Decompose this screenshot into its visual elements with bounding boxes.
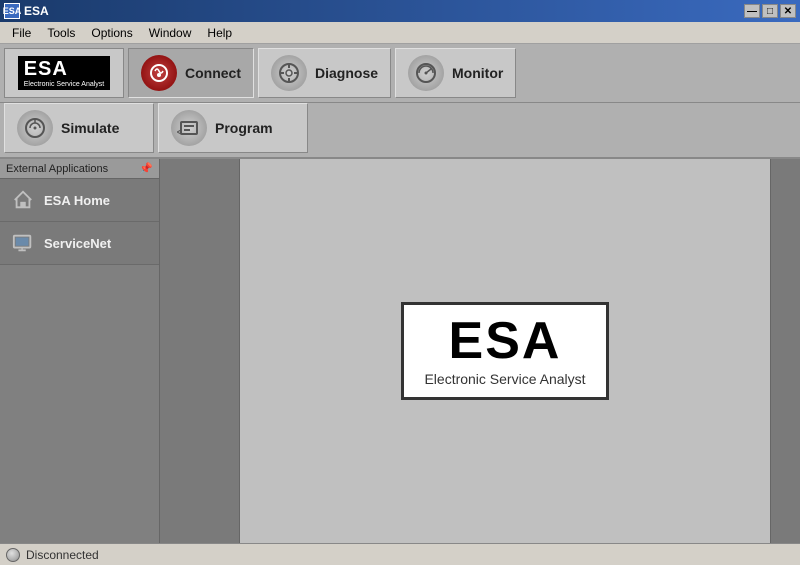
- toolbar-row2: Simulate Program: [0, 103, 800, 159]
- esa-home-label: ESA Home: [44, 193, 110, 208]
- monitor-button[interactable]: Monitor: [395, 48, 516, 98]
- menu-bar: File Tools Options Window Help: [0, 22, 800, 44]
- connect-icon: [141, 55, 177, 91]
- diagnose-icon-svg: [277, 61, 301, 85]
- toolbar-row1: ESAElectronic Service Analyst Connect: [0, 44, 800, 103]
- title-bar-icon: ESA: [4, 3, 20, 19]
- content-center: ESA Electronic Service Analyst: [240, 159, 770, 543]
- simulate-label: Simulate: [61, 120, 119, 136]
- simulate-icon: [17, 110, 53, 146]
- program-icon: [171, 110, 207, 146]
- monitor-label: Monitor: [452, 65, 503, 81]
- content-left-panel: [160, 159, 240, 543]
- monitor-icon-svg: [414, 61, 438, 85]
- sidebar: External Applications 📌 ESA Home: [0, 159, 160, 543]
- status-bar: Disconnected: [0, 543, 800, 565]
- menu-file[interactable]: File: [4, 24, 39, 42]
- sidebar-pin-icon[interactable]: 📌: [139, 162, 153, 175]
- program-label: Program: [215, 120, 273, 136]
- center-logo: ESA Electronic Service Analyst: [401, 302, 608, 400]
- diagnose-label: Diagnose: [315, 65, 378, 81]
- close-button[interactable]: ✕: [780, 4, 796, 18]
- screen-icon-svg: [12, 232, 34, 254]
- program-icon-svg: [177, 116, 201, 140]
- sidebar-header: External Applications 📌: [0, 159, 159, 179]
- monitor-icon: [408, 55, 444, 91]
- maximize-button[interactable]: □: [762, 4, 778, 18]
- title-bar-left: ESA ESA: [4, 3, 49, 19]
- diagnose-button[interactable]: Diagnose: [258, 48, 391, 98]
- minimize-button[interactable]: —: [744, 4, 760, 18]
- connect-label: Connect: [185, 65, 241, 81]
- home-icon-svg: [12, 189, 34, 211]
- sidebar-item-esa-home[interactable]: ESA Home: [0, 179, 159, 222]
- diagnose-icon: [271, 55, 307, 91]
- status-text: Disconnected: [26, 548, 99, 562]
- menu-tools[interactable]: Tools: [39, 24, 83, 42]
- title-bar-title: ESA: [24, 4, 49, 18]
- home-icon: [10, 187, 36, 213]
- sidebar-item-servicenet[interactable]: ServiceNet: [0, 222, 159, 265]
- program-button[interactable]: Program: [158, 103, 308, 153]
- center-logo-subtitle: Electronic Service Analyst: [424, 371, 585, 387]
- servicenet-label: ServiceNet: [44, 236, 111, 251]
- esa-logo-box: ESAElectronic Service Analyst: [18, 56, 111, 90]
- status-indicator-icon: [6, 548, 20, 562]
- menu-help[interactable]: Help: [199, 24, 240, 42]
- simulate-icon-svg: [23, 116, 47, 140]
- screen-icon: [10, 230, 36, 256]
- esa-logo: ESAElectronic Service Analyst: [4, 48, 124, 98]
- simulate-button[interactable]: Simulate: [4, 103, 154, 153]
- connect-button[interactable]: Connect: [128, 48, 254, 98]
- main-area: External Applications 📌 ESA Home: [0, 159, 800, 543]
- title-bar-buttons: — □ ✕: [744, 4, 796, 18]
- menu-options[interactable]: Options: [83, 24, 140, 42]
- content-right-panel: [770, 159, 800, 543]
- title-bar: ESA ESA — □ ✕: [0, 0, 800, 22]
- center-logo-text: ESA: [449, 315, 562, 367]
- sidebar-title: External Applications: [6, 163, 108, 175]
- connect-icon-svg: [147, 61, 171, 85]
- menu-window[interactable]: Window: [141, 24, 200, 42]
